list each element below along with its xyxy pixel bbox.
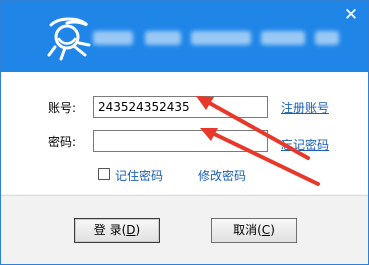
button-bar: 登 录(D) 取消(C)	[1, 195, 368, 264]
close-button[interactable]: ✕	[341, 5, 361, 25]
login-button[interactable]: 登 录(D)	[74, 218, 160, 243]
title-bar: ✕	[1, 1, 368, 72]
blurred-title-text	[93, 31, 343, 47]
cancel-button-label-end: )	[270, 223, 275, 237]
remember-password-checkbox[interactable]	[98, 168, 110, 180]
cancel-button[interactable]: 取消(C)	[211, 218, 297, 243]
forgot-password-link[interactable]: 忘记密码	[281, 136, 329, 153]
login-window: ✕ 账号: 注册账号 密码: 忘记密码 记住密码 修改密码 登 录(D) 取消(…	[0, 0, 369, 265]
password-label: 密码:	[48, 135, 77, 149]
cancel-button-label: 取消(	[233, 223, 262, 237]
login-button-accesskey: D	[126, 223, 136, 237]
cancel-button-accesskey: C	[261, 223, 271, 237]
runner-logo-icon	[47, 17, 91, 61]
remember-password-label[interactable]: 记住密码	[115, 167, 163, 184]
change-password-link[interactable]: 修改密码	[198, 167, 246, 184]
login-form: 账号: 注册账号 密码: 忘记密码 记住密码 修改密码	[1, 72, 368, 194]
account-input[interactable]	[93, 96, 268, 118]
login-button-label-end: )	[135, 223, 141, 237]
account-label: 账号:	[48, 101, 77, 115]
login-button-label: 登 录(	[93, 223, 127, 237]
password-input[interactable]	[93, 130, 268, 152]
register-account-link[interactable]: 注册账号	[281, 99, 329, 116]
